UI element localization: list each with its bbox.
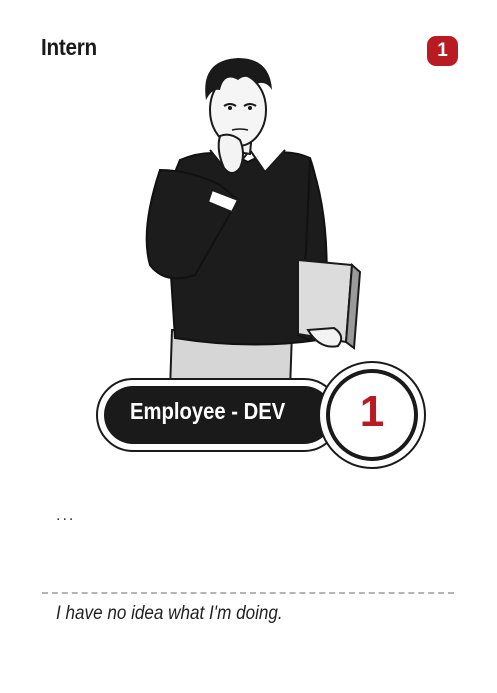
role-banner: Employee - DEV <box>96 378 341 452</box>
cost-badge: 1 <box>427 36 458 66</box>
flavor-text: I have no idea what I'm doing. <box>56 603 283 624</box>
level-circle: 1 <box>318 361 426 469</box>
role-label: Employee - DEV <box>130 398 286 424</box>
divider <box>42 592 454 594</box>
thinking-intern-illustration <box>145 58 362 390</box>
intern-card: Intern 1 Employee - DEV 1 ... I have no … <box>0 0 497 693</box>
card-title: Intern <box>41 34 97 60</box>
ability-text: ... <box>56 507 76 524</box>
level-value: 1 <box>359 387 385 436</box>
